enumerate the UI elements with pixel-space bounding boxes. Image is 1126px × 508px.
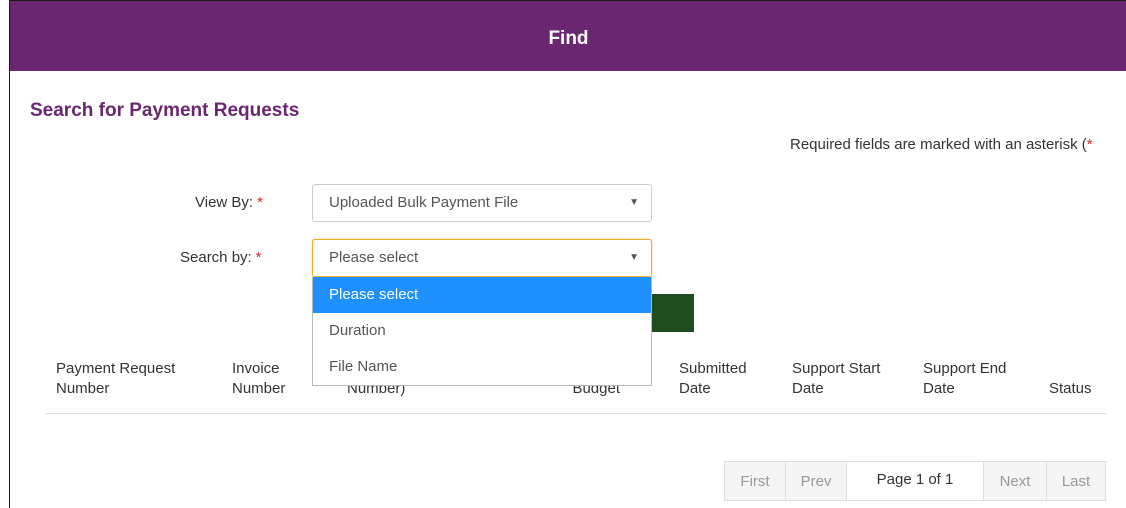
view-by-label-text: View By: [195, 194, 254, 211]
pager-prev-button[interactable]: Prev [785, 461, 847, 501]
chevron-down-icon: ▼ [629, 252, 639, 263]
col-header-support-start-date: Support Start Date [792, 360, 881, 397]
pager-first-button[interactable]: First [724, 461, 786, 501]
header-bar: Find [10, 1, 1126, 71]
search-by-required-star: * [255, 249, 262, 266]
pager-last-button[interactable]: Last [1046, 461, 1106, 501]
app-frame: Find Search for Payment Requests Require… [9, 0, 1126, 508]
search-by-dropdown-list: Please select Duration File Name [312, 277, 652, 386]
col-header-invoice-number: Invoice Number [232, 360, 286, 397]
table-header-divider [46, 413, 1106, 414]
view-by-label: View By: * [195, 193, 263, 213]
chevron-down-icon: ▼ [629, 197, 639, 208]
search-by-selected-value: Please select [329, 249, 419, 266]
required-note-star: * [1086, 136, 1093, 153]
required-note-text: Required fields are marked with an aster… [790, 136, 1087, 153]
search-by-label-text: Search by: [180, 249, 252, 266]
pager-next-button[interactable]: Next [983, 461, 1047, 501]
col-header-payment-request-number: Payment Request Number [56, 360, 176, 397]
view-by-select[interactable]: Uploaded Bulk Payment File ▼ [312, 184, 652, 222]
search-by-select[interactable]: Please select ▼ [312, 239, 652, 277]
col-header-status: Status [1049, 380, 1092, 397]
page-title: Search for Payment Requests [30, 100, 300, 121]
pager-current-page: Page 1 of 1 [846, 461, 984, 501]
dropdown-option-file-name[interactable]: File Name [313, 349, 651, 385]
view-by-selected-value: Uploaded Bulk Payment File [329, 194, 519, 211]
search-by-label: Search by: * [180, 248, 262, 268]
header-title: Find [548, 28, 589, 49]
col-header-submitted-date: Submitted Date [679, 360, 747, 397]
required-fields-note: Required fields are marked with an aster… [790, 135, 1093, 155]
dropdown-option-please-select[interactable]: Please select [313, 277, 651, 313]
pagination: First Prev Page 1 of 1 Next Last [724, 461, 1106, 501]
col-header-support-end-date: Support End Date [923, 360, 1007, 397]
dropdown-option-duration[interactable]: Duration [313, 313, 651, 349]
view-by-required-star: * [257, 194, 263, 211]
